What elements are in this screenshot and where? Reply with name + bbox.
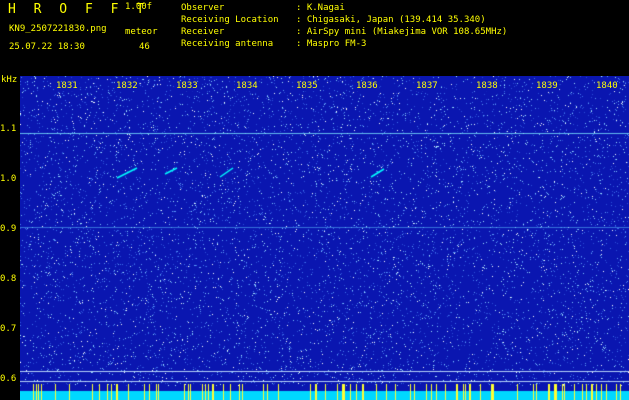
version-label: 1.00f (125, 2, 153, 12)
antenna-key: Receiving antenna (181, 39, 274, 49)
meteor-count: 46 (139, 42, 150, 52)
y-tick: 0.7 (0, 324, 17, 334)
filename-label: KN9_2507221830.png (9, 24, 107, 34)
meteor-label: meteor (125, 27, 158, 37)
header-panel: H R O F F T 1.00f KN9_2507221830.png met… (0, 0, 629, 75)
receiver-key: Receiver (181, 27, 225, 37)
y-tick: 1.1 (0, 124, 17, 134)
x-tick: 1837 (415, 81, 439, 91)
location-value: : Chigasaki, Japan (139.414 35.340) (296, 15, 486, 25)
x-tick: 1839 (535, 81, 559, 91)
observer-key: Observer (181, 3, 225, 13)
datetime-label: 25.07.22 18:30 (9, 42, 85, 52)
y-unit-label: kHz (1, 75, 18, 85)
spectrogram-plot (20, 76, 629, 400)
x-tick: 1834 (235, 81, 259, 91)
receiver-value: : AirSpy mini (Miakejima VOR 108.65MHz) (296, 27, 508, 37)
antenna-value: : Maspro FM-3 (296, 39, 367, 49)
x-tick: 1836 (355, 81, 379, 91)
x-tick: 1832 (115, 81, 139, 91)
y-tick: 1.0 (0, 174, 17, 184)
location-key: Receiving Location (181, 15, 279, 25)
x-tick: 1838 (475, 81, 499, 91)
y-tick: 0.6 (0, 374, 17, 384)
observer-value: : K.Nagai (296, 3, 345, 13)
y-tick: 0.9 (0, 224, 17, 234)
x-tick: 1831 (55, 81, 79, 91)
y-tick: 0.8 (0, 274, 17, 284)
x-tick: 1840 (595, 81, 619, 91)
x-tick: 1833 (175, 81, 199, 91)
x-tick: 1835 (295, 81, 319, 91)
